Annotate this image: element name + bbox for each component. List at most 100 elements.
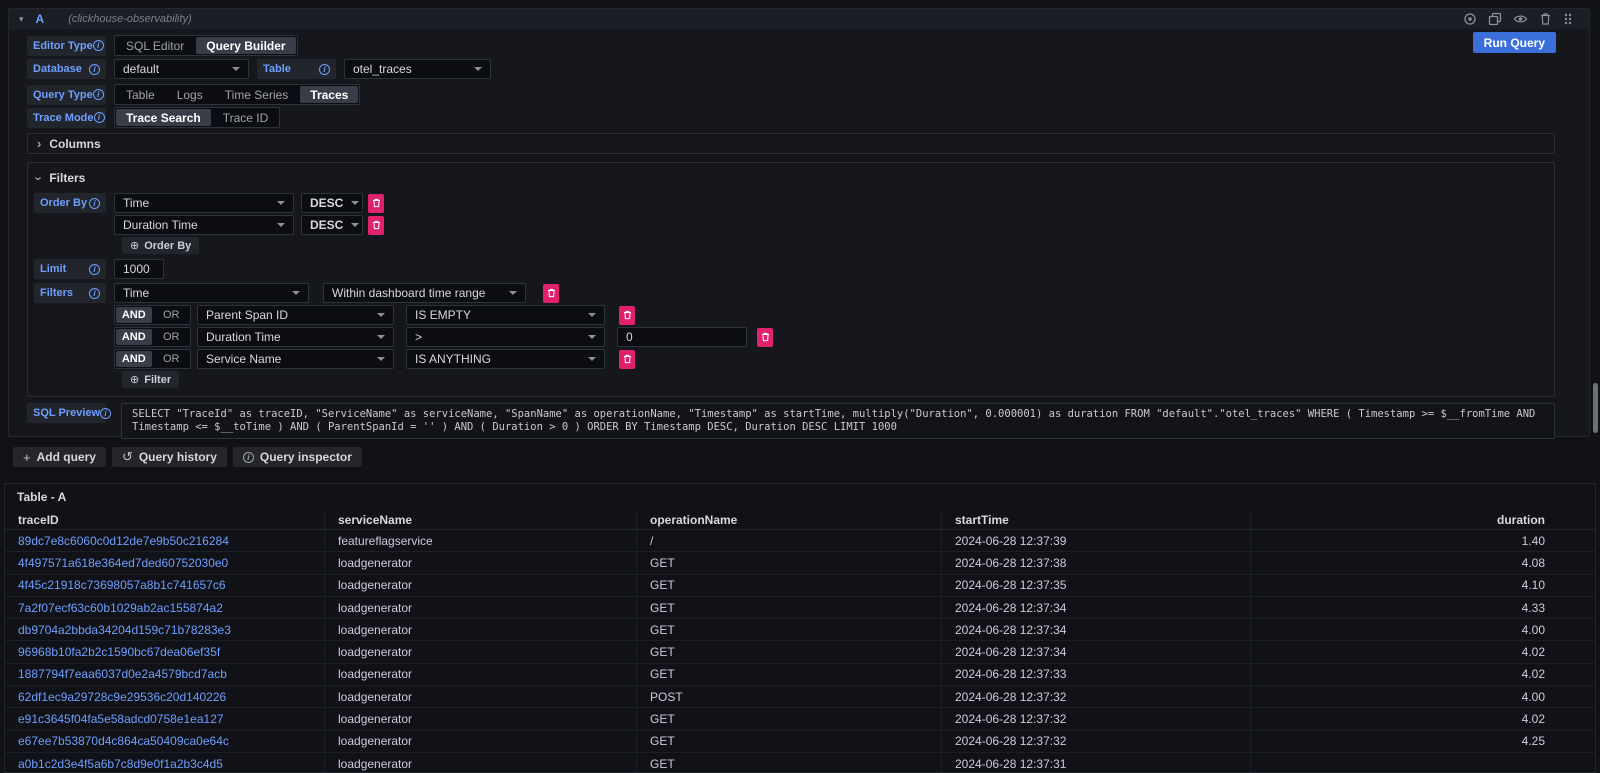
- filter-field-select[interactable]: Duration Time: [197, 327, 394, 347]
- column-header-starttime[interactable]: startTime: [942, 511, 1251, 529]
- add-order-by-button[interactable]: ⊕ Order By: [122, 237, 199, 254]
- filter-value-input[interactable]: [617, 327, 747, 347]
- chevron-down-icon[interactable]: ▾: [19, 15, 24, 24]
- table-body: 89dc7e8c6060c0d12de7e9b50c216284featuref…: [5, 530, 1595, 773]
- order-by-direction-value: DESC: [310, 196, 343, 210]
- cell-duration: 4.00: [1251, 619, 1595, 640]
- query-row-header[interactable]: ▾ A (clickhouse-observability): [9, 9, 1589, 29]
- bool-and[interactable]: AND: [116, 307, 152, 323]
- tab-traces[interactable]: Traces: [300, 86, 358, 103]
- circle-plus-icon: ⊕: [130, 373, 139, 386]
- limit-label-chip: Limit i: [34, 259, 106, 279]
- tab-table[interactable]: Table: [116, 86, 165, 103]
- order-by-field-select[interactable]: Time: [114, 193, 294, 213]
- filter-field-select[interactable]: Parent Span ID: [197, 305, 394, 325]
- column-header-traceid[interactable]: traceID: [5, 511, 325, 529]
- cell-traceid[interactable]: 96968b10fa2b2c1590bc67dea06ef35f: [5, 641, 325, 662]
- cell-traceid[interactable]: db9704a2bbda34204d159c71b78283e3: [5, 619, 325, 640]
- tab-query-builder[interactable]: Query Builder: [196, 37, 295, 54]
- trace-mode-label-chip: Trace Mode i: [27, 108, 106, 128]
- cell-traceid[interactable]: 62df1ec9a29728c9e29536c20d140226: [5, 686, 325, 707]
- remove-order-by-button[interactable]: [368, 216, 384, 235]
- cell-traceid[interactable]: e91c3645f04fa5e58adcd0758e1ea127: [5, 708, 325, 729]
- chevron-down-icon: [474, 67, 482, 71]
- query-type-tabs: Table Logs Time Series Traces: [114, 84, 360, 105]
- query-history-button[interactable]: ↺ Query history: [112, 447, 227, 467]
- cell-starttime: 2024-06-28 12:37:32: [942, 686, 1251, 707]
- add-filter-button[interactable]: ⊕ Filter: [122, 371, 179, 388]
- order-by-label-chip: Order By i: [34, 193, 106, 213]
- column-header-duration[interactable]: duration: [1251, 511, 1595, 529]
- info-icon: i: [319, 64, 330, 75]
- cell-traceid[interactable]: a0b1c2d3e4f5a6b7c8d9e0f1a2b3c4d5: [5, 753, 325, 773]
- cell-operationname: GET: [637, 753, 942, 773]
- query-inspector-label: Query inspector: [260, 450, 352, 464]
- info-icon: i: [93, 89, 104, 100]
- chevron-down-icon: [277, 201, 285, 205]
- editor-type-label: Editor Type: [33, 40, 93, 52]
- limit-input[interactable]: [114, 259, 164, 279]
- database-value: default: [123, 62, 159, 76]
- filter-operator-select[interactable]: Within dashboard time range: [323, 283, 526, 303]
- cell-starttime: 2024-06-28 12:37:35: [942, 575, 1251, 596]
- order-by-direction-select[interactable]: DESC: [301, 215, 363, 235]
- eye-icon[interactable]: [1513, 12, 1528, 26]
- editor-type-tabs: SQL Editor Query Builder: [114, 35, 298, 56]
- table-row: 62df1ec9a29728c9e29536c20d140226loadgene…: [5, 686, 1595, 708]
- chevron-down-icon: [588, 313, 596, 317]
- bool-or[interactable]: OR: [154, 307, 190, 323]
- chevron-right-icon[interactable]: ›: [37, 137, 41, 150]
- filters-section-label: Filters: [49, 171, 85, 185]
- filter-operator-select[interactable]: IS ANYTHING: [406, 349, 605, 369]
- order-by-direction-select[interactable]: DESC: [301, 193, 363, 213]
- remove-filter-button[interactable]: [619, 350, 635, 369]
- filter-field-select[interactable]: Service Name: [197, 349, 394, 369]
- cell-traceid[interactable]: 4f497571a618e364ed7ded60752030e0: [5, 552, 325, 573]
- bool-and[interactable]: AND: [116, 351, 152, 367]
- database-select[interactable]: default: [114, 59, 249, 79]
- cell-traceid[interactable]: 1887794f7eaa6037d0e2a4579bcd7acb: [5, 664, 325, 685]
- query-row-actions: [1463, 12, 1573, 26]
- filter-field-select[interactable]: Time: [114, 283, 309, 303]
- column-header-servicename[interactable]: serviceName: [325, 511, 637, 529]
- table-select[interactable]: otel_traces: [344, 59, 491, 79]
- filter-operator-select[interactable]: IS EMPTY: [406, 305, 605, 325]
- record-icon[interactable]: [1463, 12, 1477, 26]
- tab-trace-id[interactable]: Trace ID: [213, 109, 279, 126]
- cell-traceid[interactable]: e67ee7b53870d4c864ca50409ca0e64c: [5, 731, 325, 752]
- duplicate-icon[interactable]: [1488, 12, 1502, 26]
- scrollbar-thumb[interactable]: [1593, 383, 1598, 433]
- drag-handle-icon[interactable]: [1563, 12, 1573, 26]
- filter-operator-select[interactable]: >: [406, 327, 605, 347]
- query-history-label: Query history: [139, 450, 217, 464]
- trash-icon[interactable]: [1539, 12, 1552, 26]
- tab-logs[interactable]: Logs: [167, 86, 213, 103]
- circle-plus-icon: ⊕: [130, 239, 139, 252]
- table-row: 4f45c21918c73698057a8b1c741657c6loadgene…: [5, 575, 1595, 597]
- order-by-field-select[interactable]: Duration Time: [114, 215, 294, 235]
- cell-duration: 4.02: [1251, 641, 1595, 662]
- cell-duration: 4.02: [1251, 708, 1595, 729]
- tab-trace-search[interactable]: Trace Search: [116, 109, 211, 126]
- cell-traceid[interactable]: 4f45c21918c73698057a8b1c741657c6: [5, 575, 325, 596]
- bool-or[interactable]: OR: [154, 329, 190, 345]
- column-header-operationname[interactable]: operationName: [637, 511, 942, 529]
- info-icon: i: [89, 64, 100, 75]
- remove-filter-button[interactable]: [619, 306, 635, 325]
- add-query-button[interactable]: + Add query: [13, 447, 106, 467]
- query-inspector-button[interactable]: i Query inspector: [233, 447, 362, 467]
- cell-traceid[interactable]: 89dc7e8c6060c0d12de7e9b50c216284: [5, 530, 325, 551]
- table-row: 7a2f07ecf63c60b1029ab2ac155874a2loadgene…: [5, 597, 1595, 619]
- remove-filter-button[interactable]: [757, 328, 773, 347]
- tab-time-series[interactable]: Time Series: [215, 86, 299, 103]
- remove-filter-button[interactable]: [543, 284, 559, 303]
- remove-order-by-button[interactable]: [368, 194, 384, 213]
- columns-section[interactable]: › Columns: [27, 133, 1555, 154]
- cell-servicename: loadgenerator: [325, 552, 637, 573]
- cell-traceid[interactable]: 7a2f07ecf63c60b1029ab2ac155874a2: [5, 597, 325, 618]
- filters-section-header[interactable]: › Filters: [34, 171, 1546, 185]
- chevron-down-icon[interactable]: ›: [33, 176, 46, 180]
- bool-or[interactable]: OR: [154, 351, 190, 367]
- tab-sql-editor[interactable]: SQL Editor: [116, 37, 194, 54]
- bool-and[interactable]: AND: [116, 329, 152, 345]
